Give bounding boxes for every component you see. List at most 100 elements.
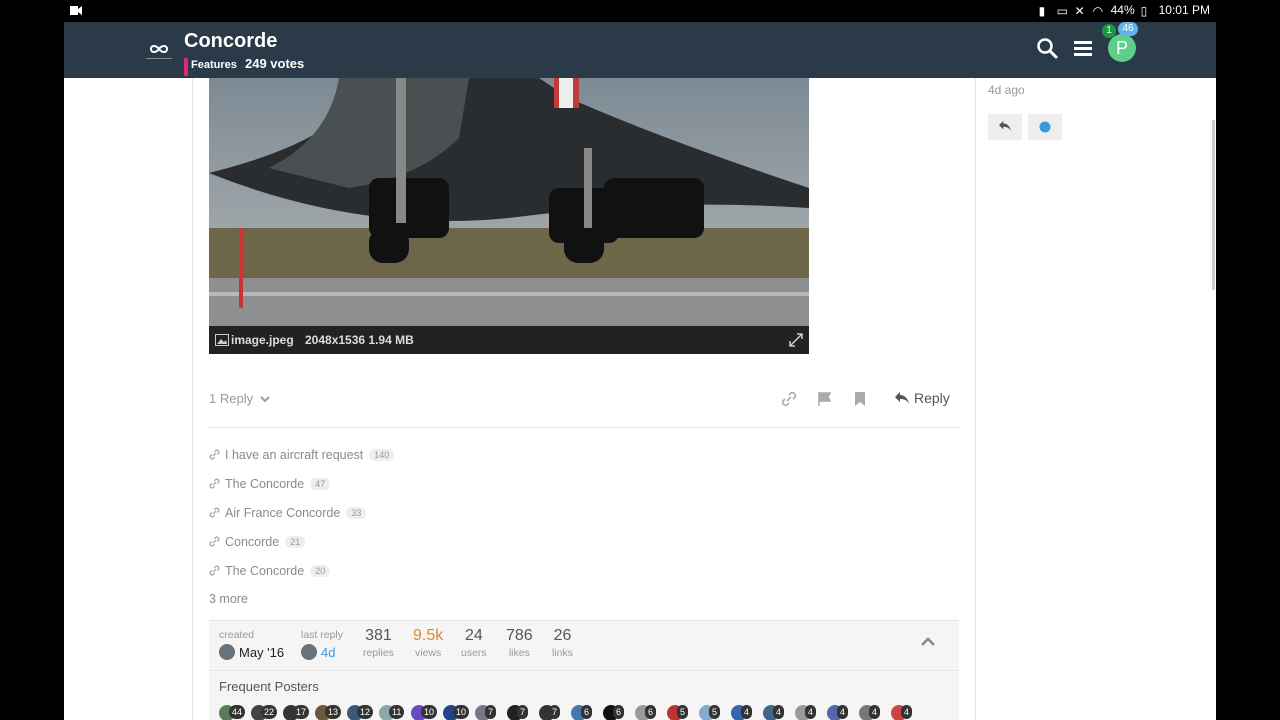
frequent-poster[interactable]: 10 <box>443 705 473 720</box>
frequent-poster[interactable]: 17 <box>283 705 313 720</box>
stat-number: 9.5k <box>413 627 444 644</box>
linked-topic[interactable]: Air France Concorde 33 <box>209 498 809 527</box>
linked-topic[interactable]: The Concorde 20 <box>209 556 809 585</box>
frequent-poster[interactable]: 7 <box>475 705 505 720</box>
frequent-poster[interactable]: 11 <box>379 705 409 720</box>
timeline-reply-button[interactable] <box>988 114 1022 140</box>
frequent-posters-list: 44 22 17 13 12 11 10 10 7 7 7 6 6 6 5 5 4 4 4 4 4 4 <box>219 705 921 720</box>
stat-views: 9.5k views <box>413 627 443 659</box>
browser-page: Concorde Features 249 votes P 1 46 image… <box>64 22 1216 720</box>
frequent-poster[interactable]: 4 <box>731 705 761 720</box>
post-count-badge: 44 <box>229 705 246 719</box>
link-icon[interactable] <box>781 391 797 407</box>
frequent-poster[interactable]: 10 <box>411 705 441 720</box>
category-badge[interactable]: Features <box>191 59 237 71</box>
image-meta-bar: image.jpeg 2048x1536 1.94 MB <box>209 326 809 354</box>
post-count-badge: 17 <box>293 705 310 719</box>
last-reply-info: last reply 4d <box>301 629 343 660</box>
frequent-posters-title: Frequent Posters <box>219 679 319 694</box>
stat-number: 24 <box>464 627 483 644</box>
reply-button[interactable]: Reply <box>894 390 950 406</box>
post-count-badge: 7 <box>549 705 561 719</box>
stat-replies: 381 replies <box>363 627 394 659</box>
linked-topic-count: 20 <box>310 564 331 577</box>
avatar <box>301 644 317 660</box>
battery-saver-icon: ▮ <box>1038 4 1046 18</box>
notification-level-button[interactable] <box>1028 114 1062 140</box>
reply-label: Reply <box>914 390 950 406</box>
cast-icon: ▭ <box>1056 4 1068 18</box>
chevron-up-icon[interactable] <box>921 637 935 647</box>
post-actions: 1 Reply Reply <box>209 388 959 412</box>
frequent-poster[interactable]: 13 <box>315 705 345 720</box>
link-icon <box>209 507 220 518</box>
frequent-poster[interactable]: 4 <box>827 705 857 720</box>
frequent-poster[interactable]: 4 <box>891 705 921 720</box>
frequent-poster[interactable]: 4 <box>763 705 793 720</box>
frequent-poster[interactable]: 5 <box>699 705 729 720</box>
link-icon <box>209 449 220 460</box>
post-count-badge: 10 <box>421 705 438 719</box>
expand-icon[interactable] <box>789 333 803 347</box>
battery-level: 44% <box>1110 3 1135 17</box>
bookmark-icon[interactable] <box>852 391 868 407</box>
link-icon <box>209 536 220 547</box>
linked-topic-count: 47 <box>310 477 331 490</box>
linked-topic[interactable]: The Concorde 47 <box>209 469 809 498</box>
link-icon <box>209 478 220 489</box>
tracking-dot-icon <box>1039 121 1051 133</box>
post-count-badge: 4 <box>741 705 753 719</box>
more-links-button[interactable]: 3 more <box>209 585 809 614</box>
last-reply-value[interactable]: 4d <box>321 645 335 660</box>
stat-label: links <box>552 647 574 659</box>
linked-topic-title: Air France Concorde <box>225 505 341 520</box>
clock: 10:01 PM <box>1158 3 1210 17</box>
frequent-poster[interactable]: 6 <box>571 705 601 720</box>
site-logo[interactable] <box>142 32 176 66</box>
notification-badge-green: 1 <box>1102 24 1116 38</box>
user-avatar[interactable]: P 1 46 <box>1102 22 1138 62</box>
topic-map: created May '16 last reply 4d 381 replie… <box>209 620 959 720</box>
frequent-poster[interactable]: 44 <box>219 705 249 720</box>
post-count-badge: 6 <box>581 705 593 719</box>
post-count-badge: 4 <box>837 705 849 719</box>
post-count-badge: 6 <box>645 705 657 719</box>
status-bar: ▮ ▭ ✕ ◠ 44% ▯ 10:01 PM <box>0 0 1280 22</box>
hamburger-menu-icon[interactable] <box>1072 37 1094 59</box>
image-filename[interactable]: image.jpeg <box>231 333 294 347</box>
reply-icon <box>999 120 1011 132</box>
post-count-badge: 4 <box>901 705 913 719</box>
battery-icon: ▯ <box>1140 4 1148 18</box>
linked-topic[interactable]: Concorde 21 <box>209 527 809 556</box>
show-replies-button[interactable]: 1 Reply <box>209 391 270 406</box>
frequent-poster[interactable]: 7 <box>539 705 569 720</box>
frequent-poster[interactable]: 6 <box>635 705 665 720</box>
post-image[interactable]: image.jpeg 2048x1536 1.94 MB <box>209 78 809 354</box>
stat-likes: 786 likes <box>506 627 533 659</box>
frequent-poster[interactable]: 6 <box>603 705 633 720</box>
frequent-poster[interactable]: 22 <box>251 705 281 720</box>
frequent-poster[interactable]: 5 <box>667 705 697 720</box>
frequent-poster[interactable]: 4 <box>795 705 825 720</box>
linked-topic-count: 33 <box>346 506 367 519</box>
linked-topic[interactable]: I have an aircraft request 140 <box>209 440 809 469</box>
image-icon <box>215 334 229 346</box>
stat-number: 786 <box>506 627 533 644</box>
search-icon[interactable] <box>1036 37 1058 59</box>
linked-topics: I have an aircraft request 140 The Conco… <box>209 440 809 614</box>
frequent-poster[interactable]: 12 <box>347 705 377 720</box>
linked-topic-title: Concorde <box>225 534 280 549</box>
post-count-badge: 12 <box>357 705 374 719</box>
stat-label: users <box>461 647 487 659</box>
vote-count: 249 votes <box>245 56 305 71</box>
frequent-poster[interactable]: 4 <box>859 705 889 720</box>
stat-users: 24 users <box>461 627 487 659</box>
post-count-badge: 22 <box>261 705 278 719</box>
created-info: created May '16 <box>219 629 284 660</box>
topic-map-summary[interactable]: created May '16 last reply 4d 381 replie… <box>209 621 959 671</box>
flag-icon[interactable] <box>817 391 833 407</box>
linked-topic-count: 140 <box>369 448 395 461</box>
frequent-poster[interactable]: 7 <box>507 705 537 720</box>
topic-title[interactable]: Concorde <box>184 30 277 53</box>
scrollbar[interactable] <box>1212 120 1215 290</box>
